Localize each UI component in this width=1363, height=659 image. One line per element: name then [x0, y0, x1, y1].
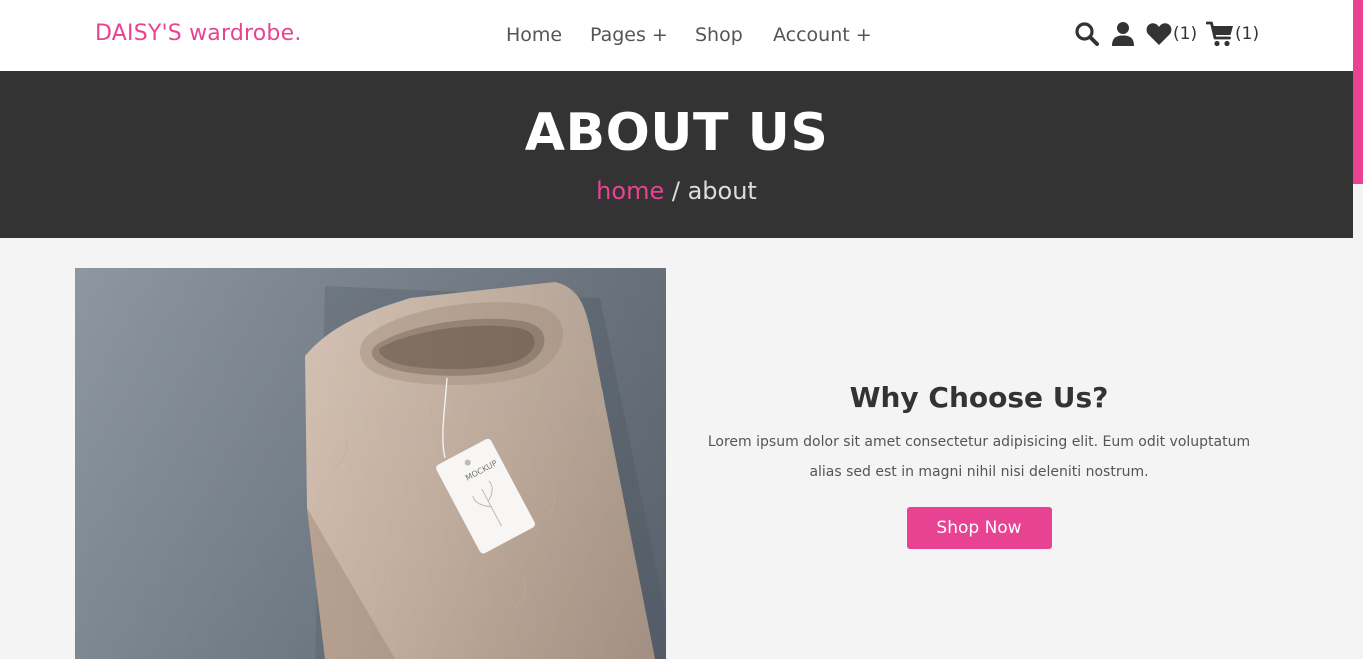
account-button[interactable]: [1112, 19, 1134, 49]
why-choose-us: Why Choose Us? Lorem ipsum dolor sit ame…: [690, 378, 1268, 549]
header: DAISY'S wardrobe. Home Pages + Shop Acco…: [0, 0, 1353, 71]
nav-account[interactable]: Account +: [773, 22, 872, 48]
wishlist-button[interactable]: (1): [1146, 19, 1197, 49]
user-icon: [1112, 22, 1134, 46]
nav-pages[interactable]: Pages +: [590, 22, 668, 48]
search-icon: [1075, 22, 1099, 46]
page: DAISY'S wardrobe. Home Pages + Shop Acco…: [0, 0, 1363, 659]
cart-count: (1): [1235, 24, 1260, 44]
scrollbar-thumb[interactable]: [1353, 0, 1363, 184]
section-heading: Why Choose Us?: [849, 381, 1109, 414]
scrollbar-track[interactable]: [1353, 0, 1363, 659]
cart-button[interactable]: (1): [1206, 19, 1259, 49]
breadcrumb-separator: /: [664, 177, 688, 205]
shop-now-button[interactable]: Shop Now: [906, 507, 1052, 549]
header-icons: (1) (1): [1074, 19, 1264, 49]
cart-icon: [1206, 21, 1233, 47]
about-image: MOCKUP: [75, 268, 666, 659]
breadcrumb: home / about: [0, 176, 1353, 206]
page-title: ABOUT US: [524, 103, 829, 163]
nav-home[interactable]: Home: [506, 22, 562, 48]
page-banner: ABOUT US home / about: [0, 71, 1353, 238]
heart-icon: [1146, 23, 1172, 45]
section-text: Lorem ipsum dolor sit amet consectetur a…: [707, 434, 1251, 480]
breadcrumb-home-link[interactable]: home: [596, 177, 664, 205]
nav-shop[interactable]: Shop: [695, 22, 743, 48]
wishlist-count: (1): [1173, 24, 1198, 44]
breadcrumb-current: about: [687, 177, 757, 205]
search-button[interactable]: [1074, 19, 1100, 49]
tshirt-photo: MOCKUP: [75, 268, 666, 659]
